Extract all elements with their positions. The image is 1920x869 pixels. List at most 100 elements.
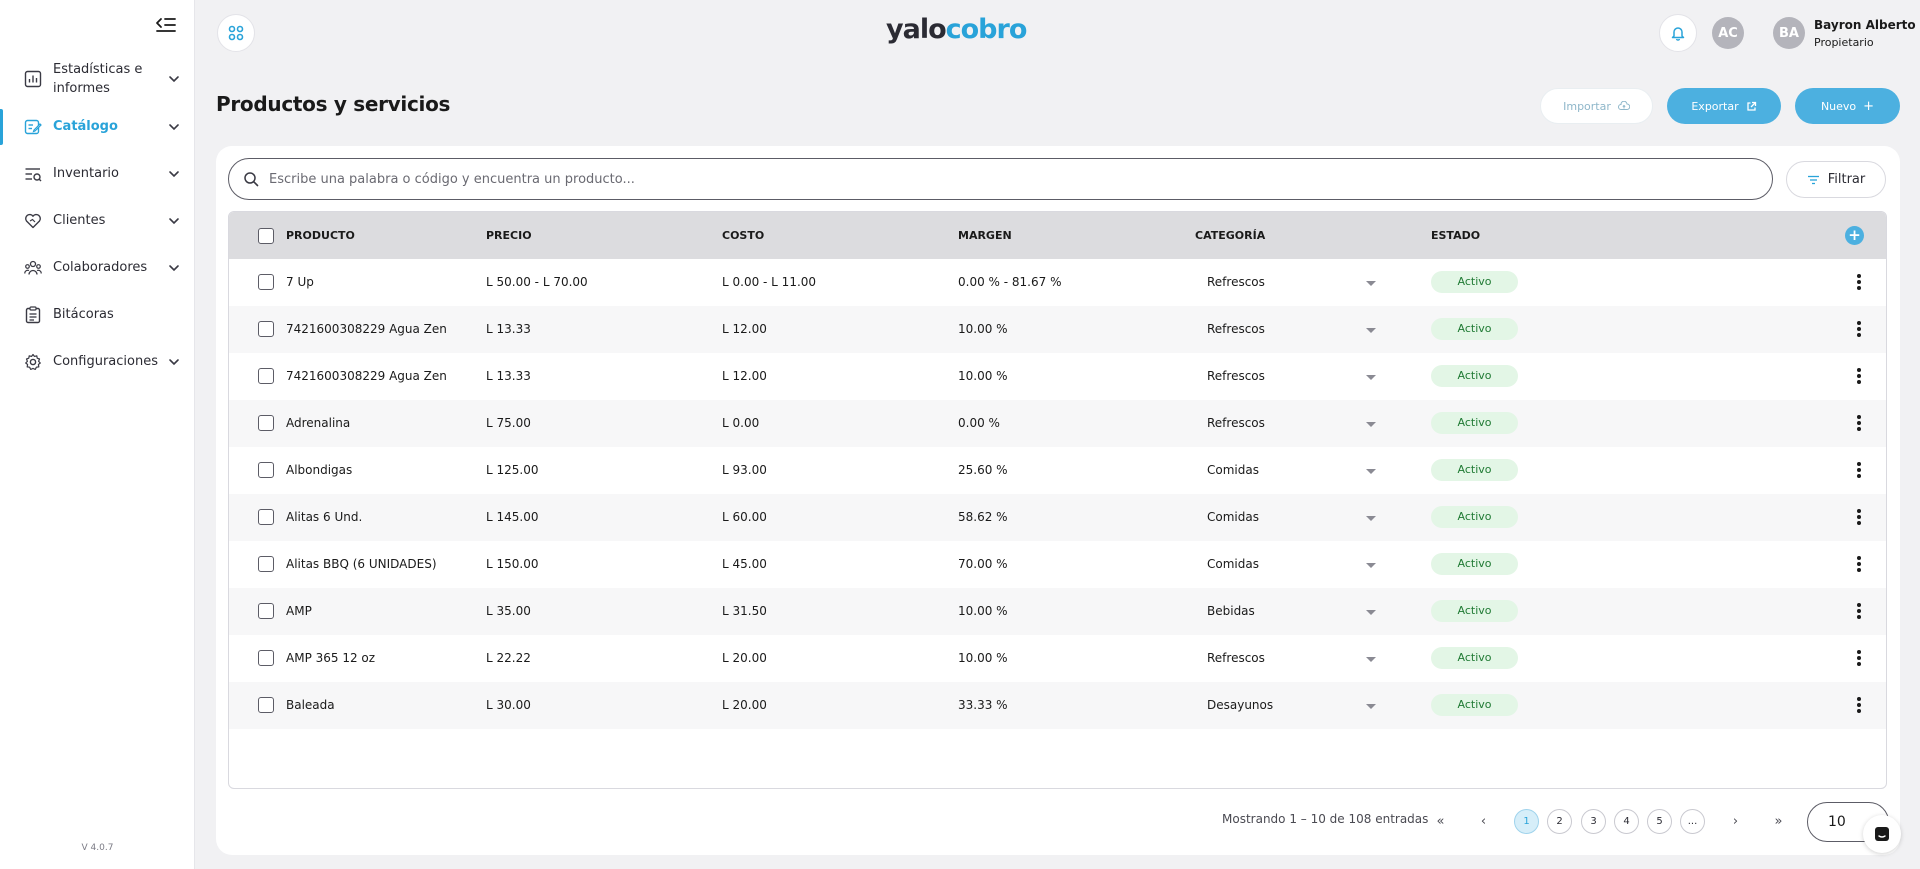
apps-grid-button[interactable] [217,14,255,52]
product-name[interactable]: AMP [286,604,312,618]
row-checkbox[interactable] [258,368,274,384]
collapse-sidebar-icon[interactable] [155,16,177,36]
table-row[interactable]: Alitas 6 Und. L 145.00 L 60.00 58.62 % Comid… [229,494,1886,541]
row-actions-kebab-icon[interactable] [1855,695,1863,715]
page-button-1[interactable]: 1 [1514,809,1539,834]
sidebar-item-clientes[interactable]: Clientes [0,197,195,244]
export-button[interactable]: Exportar [1667,88,1781,124]
notifications-button[interactable] [1659,14,1697,52]
sidebar-item-bitacoras[interactable]: Bitácoras [0,291,195,338]
row-checkbox[interactable] [258,462,274,478]
user-avatar[interactable]: BA [1773,17,1805,49]
product-margin: 25.60 % [958,463,1008,477]
row-actions-kebab-icon[interactable] [1855,460,1863,480]
sidebar-item-estadisticas[interactable]: Estadísticas e informes [0,55,195,103]
product-name[interactable]: Alitas BBQ (6 UNIDADES) [286,557,437,571]
category-dropdown[interactable]: Comidas [1195,505,1400,531]
filter-button[interactable]: Filtrar [1786,161,1886,198]
table-row[interactable]: AMP L 35.00 L 31.50 10.00 % Bebidas Activo [229,588,1886,635]
row-checkbox[interactable] [258,321,274,337]
table-row[interactable]: Baleada L 30.00 L 20.00 33.33 % Desayunos Act… [229,682,1886,729]
product-name[interactable]: Baleada [286,698,335,712]
category-dropdown[interactable]: Bebidas [1195,599,1400,625]
table-row[interactable]: 7421600308229 Agua Zen L 13.33 L 12.00 10.0… [229,306,1886,353]
product-name[interactable]: 7 Up [286,275,314,289]
table-row[interactable]: 7 Up L 50.00 - L 70.00 L 0.00 - L 11.00 0.0… [229,259,1886,306]
row-actions-kebab-icon[interactable] [1855,554,1863,574]
category-value: Comidas [1207,510,1259,524]
column-header-producto[interactable]: PRODUCTO [286,229,355,242]
row-checkbox[interactable] [258,509,274,525]
sidebar-item-colaboradores[interactable]: Colaboradores [0,244,195,291]
page-button-5[interactable]: 5 [1647,809,1672,834]
category-dropdown[interactable]: Refrescos [1195,646,1400,672]
category-dropdown[interactable]: Comidas [1195,552,1400,578]
row-checkbox[interactable] [258,697,274,713]
category-dropdown[interactable]: Desayunos [1195,693,1400,719]
sidebar-item-configuraciones[interactable]: Configuraciones [0,338,195,385]
product-name[interactable]: Alitas 6 Und. [286,510,362,524]
row-actions-kebab-icon[interactable] [1855,413,1863,433]
product-margin: 70.00 % [958,557,1008,571]
new-product-button[interactable]: Nuevo + [1795,88,1900,124]
chevron-down-icon [169,76,179,83]
column-header-costo[interactable]: COSTO [722,229,764,242]
category-dropdown[interactable]: Comidas [1195,458,1400,484]
status-badge: Activo [1431,459,1518,481]
row-actions-kebab-icon[interactable] [1855,366,1863,386]
product-margin: 33.33 % [958,698,1008,712]
product-name[interactable]: 7421600308229 Agua Zen [286,322,447,336]
column-header-categoria[interactable]: CATEGORÍA [1195,229,1265,242]
category-dropdown[interactable]: Refrescos [1195,364,1400,390]
row-checkbox[interactable] [258,556,274,572]
table-row[interactable]: Adrenalina L 75.00 L 0.00 0.00 % Refrescos Ac… [229,400,1886,447]
product-name[interactable]: 7421600308229 Agua Zen [286,369,447,383]
import-button[interactable]: Importar [1540,88,1653,124]
row-checkbox[interactable] [258,650,274,666]
search-input[interactable] [269,171,1749,187]
column-header-margen[interactable]: MARGEN [958,229,1012,242]
sidebar-item-inventario[interactable]: Inventario [0,150,195,197]
page-button-3[interactable]: 3 [1581,809,1606,834]
row-checkbox[interactable] [258,603,274,619]
add-column-button[interactable]: + [1845,226,1864,245]
prev-page-button[interactable]: ‹ [1471,809,1496,834]
next-page-button[interactable]: › [1723,809,1748,834]
product-name[interactable]: Albondigas [286,463,352,477]
status-badge: Activo [1431,506,1518,528]
product-price: L 13.33 [486,369,531,383]
product-name[interactable]: Adrenalina [286,416,350,430]
first-page-button[interactable]: « [1428,809,1453,834]
avatar[interactable]: AC [1712,17,1744,49]
chat-support-button[interactable] [1863,815,1901,853]
row-checkbox[interactable] [258,415,274,431]
column-header-estado[interactable]: ESTADO [1431,229,1480,242]
page-button-4[interactable]: 4 [1614,809,1639,834]
table-row[interactable]: 7421600308229 Agua Zen L 13.33 L 12.00 10.0… [229,353,1886,400]
row-actions-kebab-icon[interactable] [1855,601,1863,621]
sidebar-item-catalogo[interactable]: Catálogo [0,103,195,150]
user-name[interactable]: Bayron Alberto [1814,18,1916,32]
category-dropdown[interactable]: Refrescos [1195,270,1400,296]
row-actions-kebab-icon[interactable] [1855,272,1863,292]
page-button-2[interactable]: 2 [1547,809,1572,834]
table-row[interactable]: Albondigas L 125.00 L 93.00 25.60 % Comidas A… [229,447,1886,494]
logo-text-cobro: cobro [945,14,1028,45]
table-row[interactable]: AMP 365 12 oz L 22.22 L 20.00 10.00 % Refres… [229,635,1886,682]
category-dropdown[interactable]: Refrescos [1195,411,1400,437]
product-price: L 150.00 [486,557,539,571]
page-button-ellipsis[interactable]: ... [1680,809,1705,834]
select-all-checkbox[interactable] [258,228,274,244]
product-name[interactable]: AMP 365 12 oz [286,651,375,665]
row-actions-kebab-icon[interactable] [1855,319,1863,339]
product-price: L 35.00 [486,604,531,618]
category-value: Refrescos [1207,275,1265,289]
last-page-button[interactable]: » [1766,809,1791,834]
search-bar[interactable] [228,158,1773,200]
table-row[interactable]: Alitas BBQ (6 UNIDADES) L 150.00 L 45.00 70… [229,541,1886,588]
row-actions-kebab-icon[interactable] [1855,507,1863,527]
row-checkbox[interactable] [258,274,274,290]
column-header-precio[interactable]: PRECIO [486,229,532,242]
row-actions-kebab-icon[interactable] [1855,648,1863,668]
category-dropdown[interactable]: Refrescos [1195,317,1400,343]
